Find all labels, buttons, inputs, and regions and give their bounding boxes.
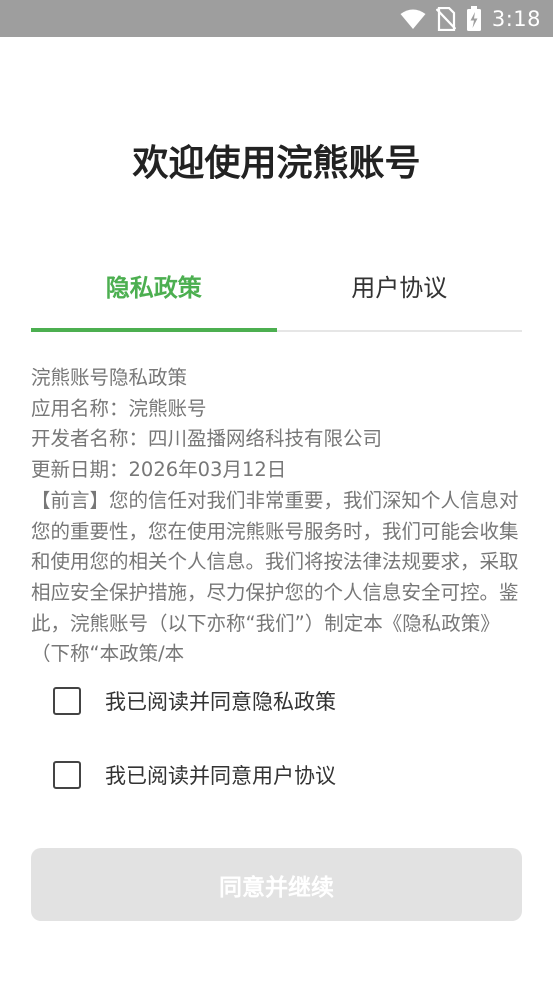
user-agreement-checkbox[interactable] <box>53 761 81 789</box>
policy-heading: 浣熊账号隐私政策 <box>31 366 188 389</box>
policy-update-date: 更新日期：2026年03月12日 <box>31 458 287 482</box>
agree-user-agreement-label[interactable]: 我已阅读并同意用户协议 <box>105 760 336 790</box>
policy-app-name: 应用名称：浣熊账号 <box>31 396 207 420</box>
page-title: 欢迎使用浣熊账号 <box>132 143 421 184</box>
status-bar: 3:18 <box>0 0 553 37</box>
tab-bar: 隐私政策 用户协议 <box>31 262 522 332</box>
agree-user-agreement-row[interactable]: 我已阅读并同意用户协议 <box>53 759 336 791</box>
privacy-checkbox[interactable] <box>53 687 81 715</box>
wifi-icon <box>400 8 426 30</box>
battery-charging-icon <box>466 5 482 32</box>
policy-developer: 开发者名称：四川盈播网络科技有限公司 <box>31 427 383 451</box>
agree-privacy-label[interactable]: 我已阅读并同意隐私政策 <box>105 686 336 716</box>
no-sim-icon <box>435 6 456 31</box>
agree-privacy-row[interactable]: 我已阅读并同意隐私政策 <box>53 685 336 717</box>
tab-user-agreement[interactable]: 用户协议 <box>277 262 523 330</box>
tab-privacy-policy[interactable]: 隐私政策 <box>31 262 277 332</box>
agree-continue-button[interactable]: 同意并继续 <box>31 848 522 921</box>
status-time: 3:18 <box>491 6 541 31</box>
policy-scroll-area[interactable]: 浣熊账号隐私政策 应用名称：浣熊账号 开发者名称：四川盈播网络科技有限公司 更新… <box>31 363 522 663</box>
policy-body-text: 【前言】您的信任对我们非常重要，我们深知个人信息对您的重要性，您在使用浣熊账号服… <box>31 488 519 663</box>
